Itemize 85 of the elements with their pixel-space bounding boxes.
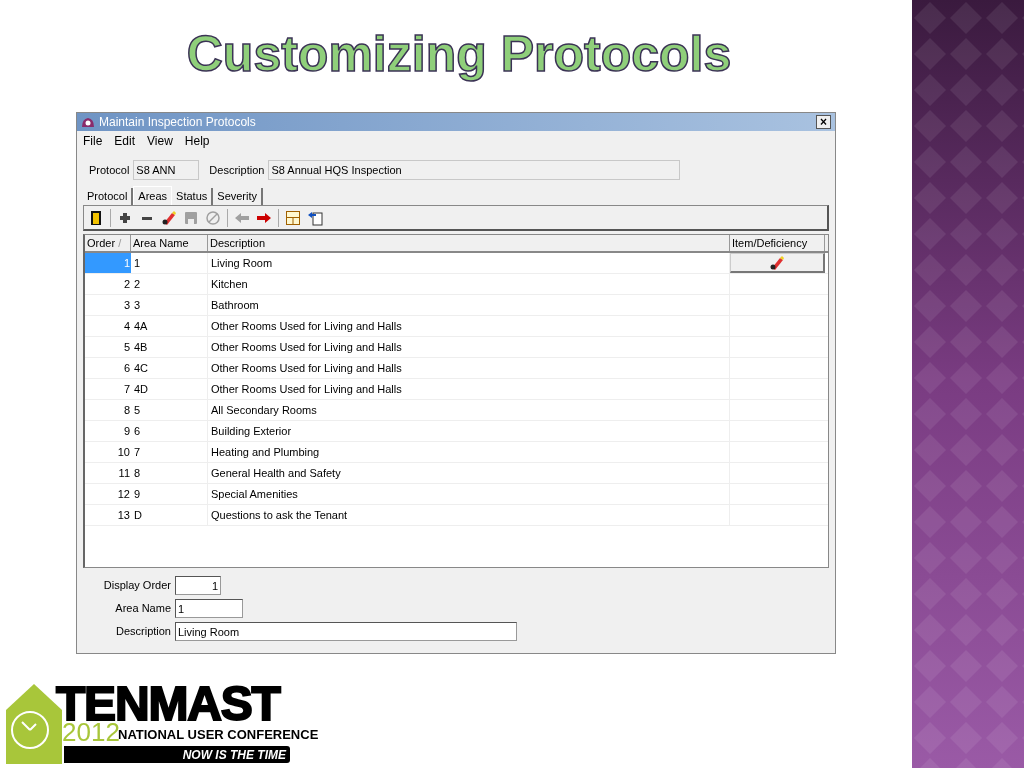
menu-item[interactable]: Edit <box>114 132 136 150</box>
table-cell: Building Exterior <box>208 421 730 441</box>
table-cell-text: 12 <box>116 486 131 502</box>
logo-subtitle: NATIONAL USER CONFERENCE <box>118 728 319 742</box>
pencil-icon <box>769 254 785 271</box>
grid-row[interactable]: 11 8 General Health and Safety <box>85 463 828 484</box>
table-cell-text: 9 <box>122 423 131 439</box>
input-field[interactable]: Living Room <box>175 622 517 641</box>
table-cell: 1 <box>131 253 208 273</box>
sort-mark: / <box>118 235 122 251</box>
grid-row[interactable]: 7 4D Other Rooms Used for Living and Halls <box>85 379 828 400</box>
table-cell: 4B <box>131 337 208 357</box>
table-cell: 4A <box>131 316 208 336</box>
column-header[interactable]: Order / <box>85 235 131 251</box>
table-cell-text: 6 <box>122 360 131 376</box>
table-cell: D <box>131 505 208 525</box>
grid-row[interactable]: 3 3 Bathroom <box>85 295 828 316</box>
tab[interactable]: Severity <box>213 188 264 205</box>
table-cell: 5 <box>131 400 208 420</box>
grid-row[interactable]: 13 D Questions to ask the Tenant <box>85 505 828 526</box>
table-cell: General Health and Safety <box>208 463 730 483</box>
document-arrow-icon[interactable] <box>307 209 323 226</box>
menu-item[interactable]: View <box>147 132 173 150</box>
table-cell: Other Rooms Used for Living and Halls <box>208 379 730 399</box>
table-cell: Bathroom <box>208 295 730 315</box>
column-header[interactable]: Item/Deficiency <box>730 235 825 251</box>
edit-items-button[interactable] <box>730 253 825 273</box>
readonly-field[interactable]: S8 Annual HQS Inspection <box>268 160 681 180</box>
input-field[interactable]: 1 <box>175 576 221 595</box>
table-cell-text: 10 <box>116 444 131 460</box>
menu-item[interactable]: Help <box>184 132 210 150</box>
input-field[interactable]: 1 <box>175 599 243 618</box>
table-cell: Questions to ask the Tenant <box>208 505 730 525</box>
table-cell-text: 2 <box>122 276 131 292</box>
logo-tagline: NOW IS THE TIME <box>182 747 286 762</box>
grid-row[interactable]: 4 4A Other Rooms Used for Living and Halls <box>85 316 828 337</box>
table-cell: Other Rooms Used for Living and Halls <box>208 316 730 336</box>
table-cell-text: 8 <box>122 402 131 418</box>
table-cell: Kitchen <box>208 274 730 294</box>
field-label: Description <box>114 624 172 640</box>
menu-item[interactable]: File <box>83 132 103 150</box>
pencil-icon[interactable] <box>161 209 177 226</box>
table-cell: Other Rooms Used for Living and Halls <box>208 337 730 357</box>
table-cell-text: 3 <box>122 297 131 313</box>
grid-row[interactable]: 5 4B Other Rooms Used for Living and Halls <box>85 337 828 358</box>
table-cell: Heating and Plumbing <box>208 442 730 462</box>
field-label: Area Name <box>114 601 172 617</box>
field-label: Protocol <box>89 162 130 178</box>
table-cell: 6 <box>131 421 208 441</box>
column-header[interactable]: Area Name <box>131 235 208 251</box>
grid-layout-icon[interactable] <box>285 209 301 226</box>
table-cell: 3 <box>131 295 208 315</box>
table-cell: Special Amenities <box>208 484 730 504</box>
app-icon <box>81 115 95 129</box>
table-cell: 4C <box>131 358 208 378</box>
table-cell-text: 11 <box>117 465 131 481</box>
table-cell-text: 13 <box>116 507 131 523</box>
grid-row[interactable]: 6 4C Other Rooms Used for Living and Halls <box>85 358 828 379</box>
grid-row[interactable]: 2 2 Kitchen <box>85 274 828 295</box>
tab[interactable]: Areas <box>133 186 173 206</box>
grid-row[interactable]: 8 5 All Secondary Rooms <box>85 400 828 421</box>
table-cell: 9 <box>131 484 208 504</box>
table-cell-text: 5 <box>122 339 131 355</box>
field-label: Display Order <box>102 578 172 594</box>
table-cell: 7 <box>131 442 208 462</box>
readonly-field[interactable]: S8 ANN <box>133 160 200 180</box>
close-button[interactable]: × <box>816 115 831 129</box>
grid-row[interactable]: 12 9 Special Amenities <box>85 484 828 505</box>
table-cell: 8 <box>131 463 208 483</box>
grid-row[interactable]: 1 1 Living Room <box>85 253 828 274</box>
table-cell-text: 4 <box>122 318 131 334</box>
table-cell: 2 <box>131 274 208 294</box>
tab[interactable]: Status <box>172 188 214 205</box>
table-cell: 1 <box>85 253 131 273</box>
slide-title: Customizing Protocols <box>186 24 732 84</box>
table-cell-text: 7 <box>122 381 131 397</box>
table-cell: Other Rooms Used for Living and Halls <box>208 358 730 378</box>
grid-row[interactable]: 9 6 Building Exterior <box>85 421 828 442</box>
table-cell: All Secondary Rooms <box>208 400 730 420</box>
window-title: Maintain Inspection Protocols <box>99 114 257 131</box>
grid-row[interactable]: 10 7 Heating and Plumbing <box>85 442 828 463</box>
table-cell: 4D <box>131 379 208 399</box>
field-label: Description <box>209 162 265 178</box>
column-header[interactable]: Description <box>208 235 730 251</box>
door-icon[interactable] <box>88 209 104 226</box>
